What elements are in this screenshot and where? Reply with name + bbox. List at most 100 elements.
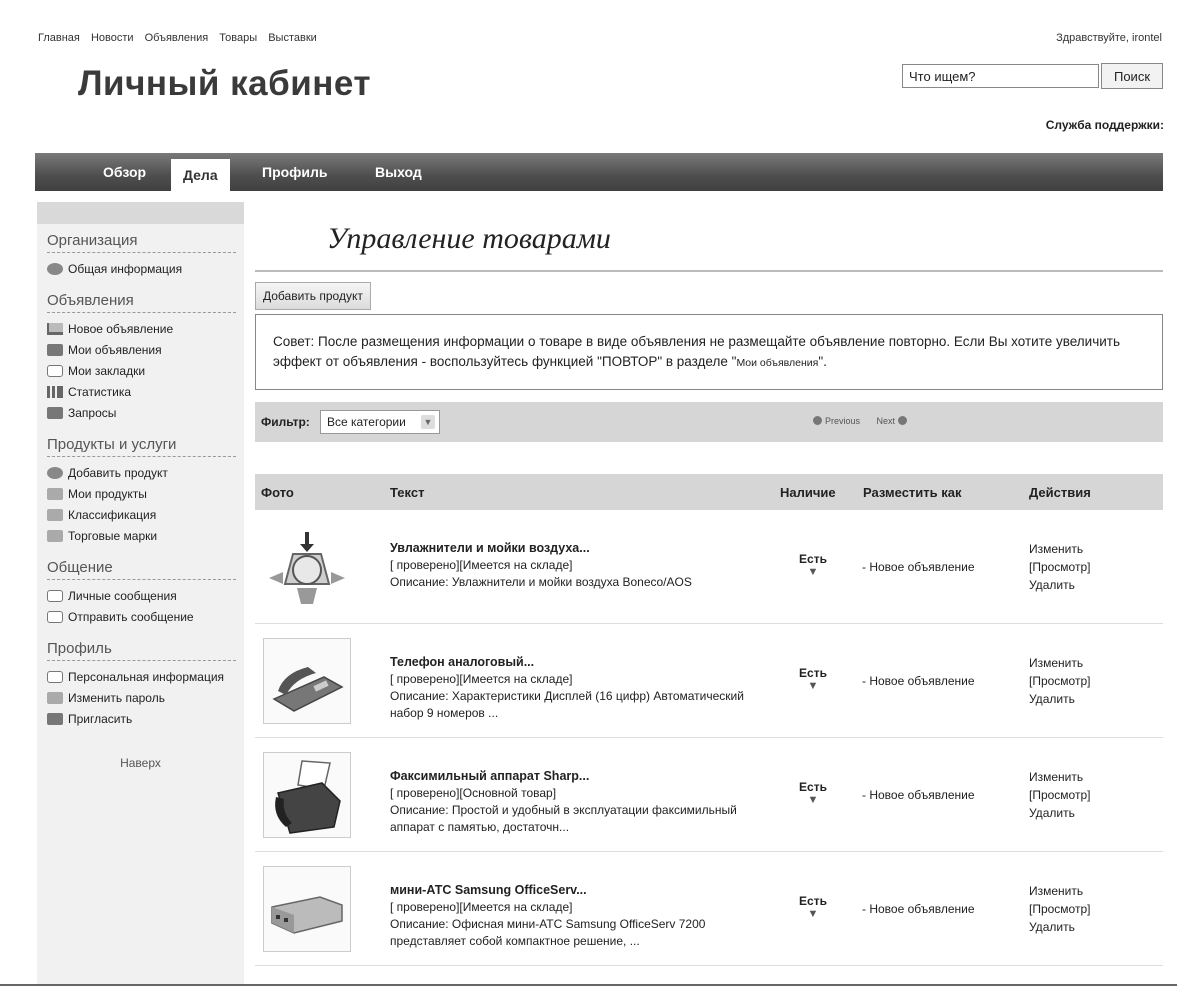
tab-overview[interactable]: Обзор	[103, 153, 146, 191]
phone-image	[272, 667, 344, 712]
sidebar-item-send-message[interactable]: Отправить сообщение	[47, 607, 244, 628]
search-button[interactable]: Поиск	[1101, 63, 1163, 89]
edit-link[interactable]: Изменить	[1029, 768, 1090, 786]
next-arrow-icon	[898, 416, 908, 425]
product-photo-phone[interactable]	[263, 638, 351, 724]
search-input[interactable]	[902, 64, 1099, 88]
back-to-top-link[interactable]: Наверх	[37, 756, 244, 770]
sidebar-item-requests[interactable]: Запросы	[47, 403, 244, 424]
nav-link-home[interactable]: Главная	[38, 32, 80, 44]
magnifier-icon	[47, 263, 63, 275]
stock-status: Есть ▼	[798, 666, 828, 692]
category-filter-value: Все категории	[327, 415, 406, 429]
sidebar-item-private-messages[interactable]: Личные сообщения	[47, 586, 244, 607]
table-row: Факсимильный аппарат Sharp... [ проверен…	[255, 738, 1163, 852]
product-text: мини-АТС Samsung OfficeServ... [ провере…	[390, 882, 775, 950]
product-text: Факсимильный аппарат Sharp... [ проверен…	[390, 768, 775, 836]
tab-profile[interactable]: Профиль	[262, 153, 328, 191]
product-description: Описание: Простой и удобный в эксплуатац…	[390, 803, 737, 834]
sidebar-item-personal-info[interactable]: Персональная информация	[47, 667, 244, 688]
chat-icon	[47, 590, 63, 602]
view-link[interactable]: [Просмотр]	[1029, 558, 1090, 576]
product-name[interactable]: Телефон аналоговый...	[390, 654, 775, 671]
send-icon	[47, 611, 63, 623]
chevron-down-icon: ▼	[421, 415, 435, 429]
table-row: мини-АТС Samsung OfficeServ... [ провере…	[255, 852, 1163, 966]
filter-label: Фильтр:	[261, 415, 310, 429]
add-product-button[interactable]: Добавить продукт	[255, 282, 371, 310]
row-actions: Изменить [Просмотр] Удалить	[1029, 882, 1090, 936]
table-row: Увлажнители и мойки воздуха... [ провере…	[255, 510, 1163, 624]
nav-link-news[interactable]: Новости	[91, 32, 134, 44]
tab-tasks[interactable]: Дела	[171, 159, 230, 191]
stock-status: Есть ▼	[798, 552, 828, 578]
nav-link-exhibitions[interactable]: Выставки	[268, 32, 317, 44]
arrow-down-icon: ▼	[807, 680, 819, 692]
delete-link[interactable]: Удалить	[1029, 804, 1090, 822]
sidebar-section-communication: Общение	[47, 559, 236, 580]
fax-image	[275, 760, 341, 834]
product-photo-humidifier[interactable]	[263, 524, 351, 610]
sidebar-item-statistics[interactable]: Статистика	[47, 382, 244, 403]
product-photo-fax[interactable]	[263, 752, 351, 838]
tip-my-ads-link[interactable]: Мои объявления	[736, 357, 818, 369]
product-photo-pbx[interactable]	[263, 866, 351, 952]
sidebar-item-add-product[interactable]: Добавить продукт	[47, 463, 244, 484]
product-name[interactable]: мини-АТС Samsung OfficeServ...	[390, 882, 775, 899]
stock-label: Есть	[799, 780, 827, 794]
sidebar-item-change-password[interactable]: Изменить пароль	[47, 688, 244, 709]
product-name[interactable]: Факсимильный аппарат Sharp...	[390, 768, 775, 785]
arrow-down-icon: ▼	[807, 566, 819, 578]
view-link[interactable]: [Просмотр]	[1029, 900, 1090, 918]
key-icon	[47, 692, 63, 704]
sidebar-item-my-ads[interactable]: Мои объявления	[47, 340, 244, 361]
delete-link[interactable]: Удалить	[1029, 918, 1090, 936]
add-product-icon	[47, 467, 63, 479]
view-link[interactable]: [Просмотр]	[1029, 672, 1090, 690]
inbox-icon	[47, 407, 63, 419]
product-description: Описание: Характеристики Дисплей (16 циф…	[390, 689, 744, 720]
top-navigation: Главная Новости Объявления Товары Выстав…	[38, 32, 325, 44]
sidebar: Организация Общая информация Объявления …	[37, 202, 244, 987]
table-header: Фото Текст Наличие Разместить как Действ…	[255, 474, 1163, 510]
box-icon	[47, 488, 63, 500]
nav-link-ads[interactable]: Объявления	[145, 32, 209, 44]
product-status: [ проверено][Основной товар]	[390, 786, 557, 800]
pbx-image	[271, 896, 343, 934]
column-header-text: Текст	[390, 485, 425, 500]
previous-arrow-icon	[813, 416, 822, 425]
filter-bar: Фильтр: Все категории ▼ Previous Next	[255, 402, 1163, 442]
column-header-stock: Наличие	[780, 485, 836, 500]
edit-link[interactable]: Изменить	[1029, 540, 1090, 558]
tip-box: Совет: После размещения информации о тов…	[255, 314, 1163, 390]
tab-logout[interactable]: Выход	[375, 153, 422, 191]
sidebar-item-bookmarks[interactable]: Мои закладки	[47, 361, 244, 382]
torn-page-edge	[0, 984, 1177, 1006]
page-title: Управление товарами	[327, 222, 611, 255]
view-link[interactable]: [Просмотр]	[1029, 786, 1090, 804]
stock-label: Есть	[799, 666, 827, 680]
category-filter-select[interactable]: Все категории ▼	[320, 410, 440, 434]
support-label[interactable]: Служба поддержки:	[1046, 118, 1164, 132]
sidebar-section-products: Продукты и услуги	[47, 436, 236, 457]
sidebar-item-general-info[interactable]: Общая информация	[47, 259, 244, 280]
page-heading: Личный кабинет	[78, 64, 372, 103]
next-page-button[interactable]: Next	[877, 416, 911, 426]
delete-link[interactable]: Удалить	[1029, 690, 1090, 708]
product-text: Телефон аналоговый... [ проверено][Имеет…	[390, 654, 775, 722]
nav-link-goods[interactable]: Товары	[219, 32, 257, 44]
delete-link[interactable]: Удалить	[1029, 576, 1090, 594]
product-description: Описание: Увлажнители и мойки воздуха Bo…	[390, 575, 692, 589]
sidebar-item-invite[interactable]: Пригласить	[47, 709, 244, 730]
sidebar-item-classification[interactable]: Классификация	[47, 505, 244, 526]
sidebar-item-trademarks[interactable]: Торговые марки	[47, 526, 244, 547]
sidebar-item-new-ad[interactable]: Новое объявление	[47, 319, 244, 340]
stock-status: Есть ▼	[798, 894, 828, 920]
edit-link[interactable]: Изменить	[1029, 654, 1090, 672]
sidebar-item-my-products[interactable]: Мои продукты	[47, 484, 244, 505]
edit-link[interactable]: Изменить	[1029, 882, 1090, 900]
product-name[interactable]: Увлажнители и мойки воздуха...	[390, 540, 775, 557]
previous-page-button[interactable]: Previous	[810, 416, 860, 426]
product-text: Увлажнители и мойки воздуха... [ провере…	[390, 540, 775, 591]
arrow-down-icon: ▼	[807, 794, 819, 806]
